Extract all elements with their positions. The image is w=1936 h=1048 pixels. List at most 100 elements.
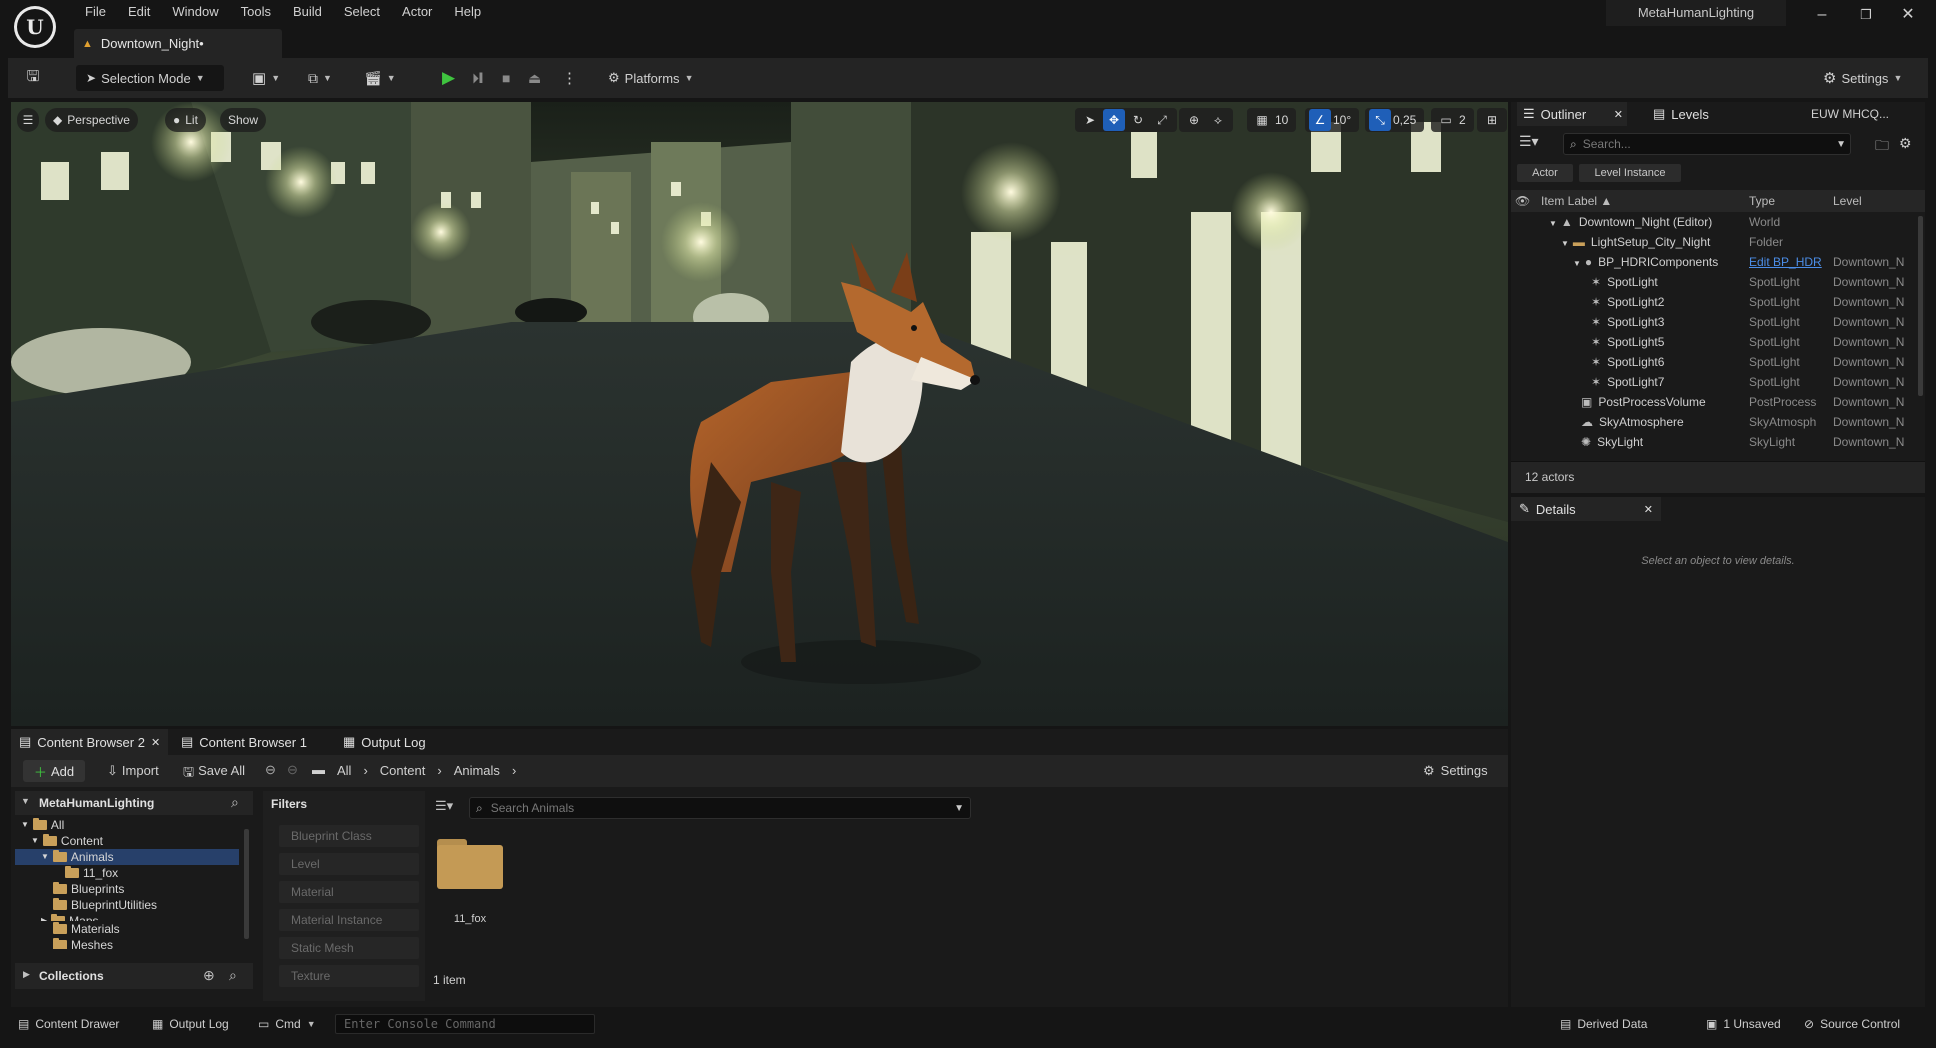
save-icon[interactable]: 🖫 [22,65,44,91]
outliner-row[interactable]: ▣ PostProcessVolume PostProcess Downtown_N [1511,392,1911,412]
console-input[interactable]: Enter Console Command [335,1014,595,1034]
save-all-button[interactable]: 🖫 Save All [183,763,245,785]
tree-item-blueprints[interactable]: Blueprints [53,881,124,897]
filter-icon[interactable]: ☰▾ [1519,133,1539,150]
outliner-row[interactable]: ✶ SpotLight2 SpotLight Downtown_N [1511,292,1911,312]
forward-icon[interactable]: ⊖ [287,762,298,778]
scale-snap-button[interactable]: ⤡ 0,25 [1365,108,1425,132]
filter-texture[interactable]: Texture [279,965,419,987]
filter-material[interactable]: Material [279,881,419,903]
content-settings-button[interactable]: ⚙ Settings [1423,763,1488,779]
filter-actor-chip[interactable]: Actor [1517,164,1573,182]
chevron-down-icon[interactable]: ▼ [1549,219,1557,228]
outliner-search-input[interactable]: ⌕ Search... ▼ [1563,133,1851,155]
add-folder-icon[interactable]: 🗀 [1875,135,1889,159]
close-icon[interactable]: ✕ [151,736,160,749]
back-icon[interactable]: ⊖ [265,762,276,778]
column-level[interactable]: Level [1833,194,1862,208]
menu-tools[interactable]: Tools [230,3,282,21]
cinematics-button[interactable]: 🎬︎ ▼ [364,65,396,91]
outliner-row[interactable]: ▼ ▲ Downtown_Night (Editor) World [1511,212,1911,232]
filter-level-instance-chip[interactable]: Level Instance [1579,164,1681,182]
select-tool-icon[interactable]: ➤ [1079,109,1101,131]
tree-item-all[interactable]: ▼ All [21,817,64,833]
unsaved-button[interactable]: ▣ 1 Unsaved [1706,1009,1781,1039]
outliner-row-type[interactable]: Edit BP_HDR [1749,255,1823,269]
filter-blueprint-class[interactable]: Blueprint Class [279,825,419,847]
asset-search-input[interactable]: ⌕ Search Animals ▼ [469,797,971,819]
tab-outliner[interactable]: ☰ Outliner ✕ [1517,102,1627,126]
outliner-row[interactable]: ✶ SpotLight6 SpotLight Downtown_N [1511,352,1911,372]
add-collection-icon[interactable]: ⊕ [203,967,215,984]
move-tool-icon[interactable]: ✥ [1103,109,1125,131]
tab-output-log[interactable]: ▦ Output Log [335,729,434,755]
grid-snap-button[interactable]: ▦ 10 [1247,108,1297,132]
more-options-icon[interactable]: ⋮ [562,65,577,91]
filter-material-instance[interactable]: Material Instance [279,909,419,931]
filter-icon[interactable]: ☰▾ [435,798,453,814]
tab-levels[interactable]: ▤ Levels [1653,102,1709,126]
tab-content-browser-1[interactable]: ▤ Content Browser 1 [173,729,315,755]
outliner-row[interactable]: ▼ ● BP_HDRIComponents Edit BP_HDR Downtown_N [1511,252,1911,272]
source-control-button[interactable]: ⊘ Source Control [1804,1009,1900,1039]
eye-icon[interactable]: 👁︎ [1515,194,1530,208]
column-type[interactable]: Type [1749,194,1775,208]
tree-item-animals[interactable]: ▼ Animals [15,849,239,865]
outliner-row[interactable]: ▼ ▬ LightSetup_City_Night Folder [1511,232,1911,252]
search-icon[interactable]: ⌕ [229,967,237,984]
selection-mode-button[interactable]: ➤ Selection Mode ▼ [76,65,224,91]
close-icon[interactable]: ✕ [1644,503,1661,516]
blueprint-button[interactable]: ⧉ ▼ [308,65,332,91]
tree-item-content[interactable]: ▼ Content [31,833,103,849]
unreal-logo-icon[interactable]: U [14,6,56,48]
tree-item-blueprintutilities[interactable]: BlueprintUtilities [53,897,157,913]
view-mode-button[interactable]: ● Lit [165,108,206,132]
rotate-tool-icon[interactable]: ↻ [1127,109,1149,131]
outliner-row[interactable]: ✶ SpotLight7 SpotLight Downtown_N [1511,372,1911,392]
minimize-icon[interactable]: – [1802,0,1842,30]
add-actor-button[interactable]: ▣ ▼ [252,65,280,91]
content-drawer-button[interactable]: ▤ Content Drawer [18,1009,119,1039]
output-log-button[interactable]: ▦ Output Log [152,1009,229,1039]
eject-icon[interactable]: ⏏ [528,65,541,91]
cmd-dropdown[interactable]: ▭ Cmd ▼ [258,1009,316,1039]
level-document-tab[interactable]: ▲ Downtown_Night• [74,29,282,58]
outliner-row[interactable]: ✶ SpotLight3 SpotLight Downtown_N [1511,312,1911,332]
menu-edit[interactable]: Edit [117,3,161,21]
settings-button[interactable]: ⚙ Settings ▼ [1823,65,1902,91]
chevron-down-icon[interactable]: ▼ [1561,239,1569,248]
search-icon[interactable]: ⌕ [231,794,239,811]
outliner-row[interactable]: ✶ SpotLight5 SpotLight Downtown_N [1511,332,1911,352]
filter-level[interactable]: Level [279,853,419,875]
close-icon[interactable]: ✕ [1614,108,1627,121]
menu-help[interactable]: Help [443,3,492,21]
stop-icon[interactable]: ■ [502,65,510,91]
chevron-down-icon[interactable]: ▼ [1573,259,1581,268]
breadcrumb-content[interactable]: Content [380,763,426,778]
asset-folder-11-fox[interactable] [437,839,503,889]
breadcrumb-all[interactable]: All [337,763,351,778]
filter-static-mesh[interactable]: Static Mesh [279,937,419,959]
scale-tool-icon[interactable]: ⤢ [1151,109,1173,131]
tree-item-meshes[interactable]: Meshes [53,937,113,949]
chevron-down-icon[interactable]: ▼ [21,796,30,806]
show-button[interactable]: Show [220,108,267,132]
outliner-row[interactable]: ✺ SkyLight SkyLight Downtown_N [1511,432,1911,452]
tree-scrollbar[interactable] [244,829,249,939]
layout-button[interactable]: ⊞ [1477,108,1507,132]
collections-header[interactable]: ▶ Collections ⊕ ⌕ [15,963,253,989]
perspective-button[interactable]: ◆ Perspective [45,108,138,132]
level-viewport[interactable]: ☰ ◆ Perspective ● Lit Show ➤ ✥ ↻ ⤢ ⊕ ⟡ ▦… [11,102,1508,726]
derived-data-button[interactable]: ▤ Derived Data [1560,1009,1647,1039]
menu-actor[interactable]: Actor [391,3,443,21]
advance-frame-icon[interactable]: ⏵❙ [472,65,483,91]
camera-speed-button[interactable]: ▭ 2 [1431,108,1474,132]
play-icon[interactable]: ▶ [442,65,455,91]
tab-details[interactable]: ✎ Details ✕ [1511,497,1661,521]
restore-icon[interactable]: ❐ [1846,0,1886,30]
menu-build[interactable]: Build [282,3,333,21]
menu-select[interactable]: Select [333,3,391,21]
tab-content-browser-2[interactable]: ▤ Content Browser 2 ✕ [11,729,169,755]
outliner-row[interactable]: ☁ SkyAtmosphere SkyAtmosph Downtown_N [1511,412,1911,432]
outliner-scrollbar[interactable] [1918,216,1923,396]
